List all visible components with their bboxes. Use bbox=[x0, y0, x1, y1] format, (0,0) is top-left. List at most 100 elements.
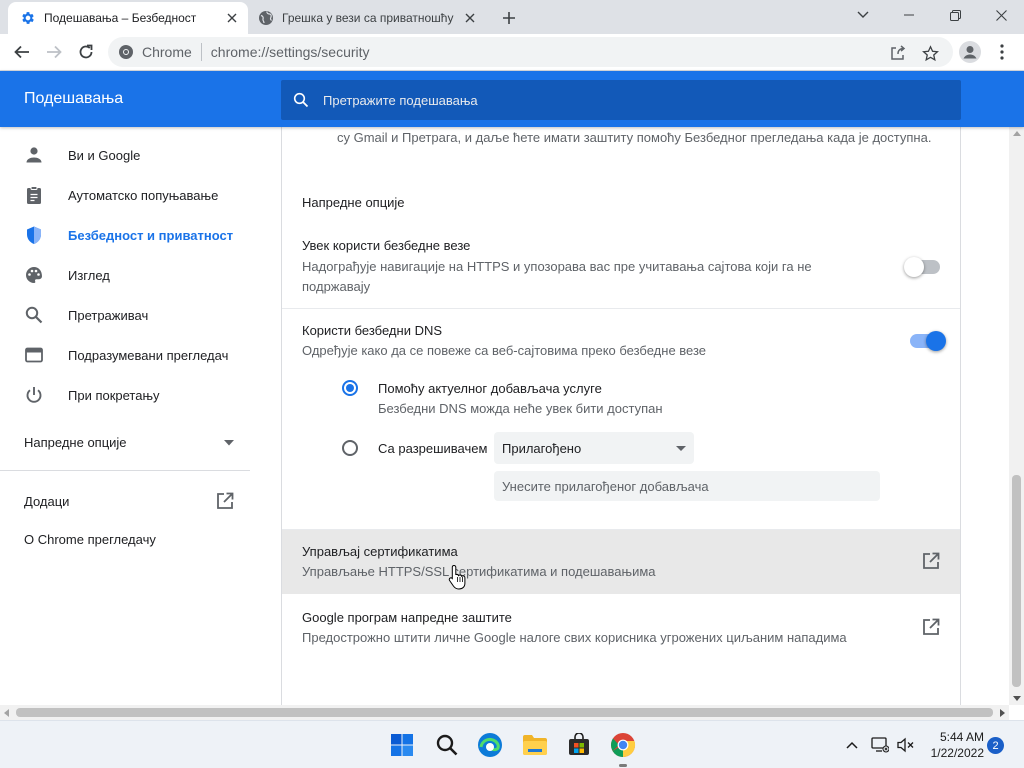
sidebar-item-about-chrome[interactable]: О Chrome прегледачу bbox=[24, 532, 234, 547]
toggle-knob bbox=[926, 331, 946, 351]
open-in-new-icon bbox=[922, 618, 942, 638]
network-status-button[interactable] bbox=[868, 733, 892, 757]
sidebar-advanced-label: Напредне опције bbox=[24, 435, 127, 450]
taskbar-file-explorer[interactable] bbox=[519, 729, 551, 761]
certificates-title: Управљај сертификатима bbox=[302, 544, 458, 559]
settings-search-input[interactable]: Претражите подешавања bbox=[281, 80, 961, 120]
tab-strip: Подешавања – Безбедност Грешка у вези са… bbox=[0, 0, 1024, 34]
taskbar-search-button[interactable] bbox=[431, 729, 463, 761]
clipboard-icon bbox=[24, 185, 44, 205]
https-description-line2: подржавају bbox=[302, 279, 371, 294]
dns-current-provider-sublabel: Безбедни DNS можда неће увек бити доступ… bbox=[378, 401, 663, 416]
https-toggle[interactable] bbox=[904, 257, 940, 277]
tab-settings-security[interactable]: Подешавања – Безбедност bbox=[8, 2, 248, 34]
caret-down-icon bbox=[676, 446, 686, 451]
scroll-right-icon[interactable] bbox=[1000, 709, 1005, 717]
scrollbar-thumb[interactable] bbox=[1012, 475, 1021, 687]
close-window-button[interactable] bbox=[978, 0, 1024, 30]
sidebar-item-autofill[interactable]: Аутоматско попуњавање bbox=[0, 175, 250, 215]
dns-current-provider-radio[interactable] bbox=[342, 380, 358, 396]
dns-provider-select[interactable]: Прилагођено bbox=[494, 432, 694, 464]
tab-privacy-error[interactable]: Грешка у вези са приватношћу bbox=[250, 2, 486, 34]
more-vert-icon bbox=[1000, 44, 1004, 60]
dns-provider-select-value: Прилагођено bbox=[502, 440, 582, 456]
taskbar-store[interactable] bbox=[563, 729, 595, 761]
safe-browsing-note: су Gmail и Претрага, и даље ћете имати з… bbox=[337, 130, 932, 145]
dns-custom-radio[interactable] bbox=[342, 440, 358, 456]
vertical-scrollbar[interactable] bbox=[1009, 127, 1024, 705]
reload-button[interactable] bbox=[72, 38, 100, 66]
sidebar-extensions-label: Додаци bbox=[24, 493, 70, 509]
restore-button[interactable] bbox=[932, 0, 978, 30]
clock-date: 1/22/2022 bbox=[930, 746, 984, 760]
close-icon bbox=[995, 9, 1007, 21]
https-title: Увек користи безбедне везе bbox=[302, 238, 471, 253]
taskbar: 5:44 AM 1/22/2022 2 bbox=[0, 720, 1024, 768]
notification-badge[interactable]: 2 bbox=[987, 737, 1004, 754]
scroll-down-icon[interactable] bbox=[1013, 696, 1021, 701]
sidebar-item-default-browser[interactable]: Подразумевани прегледач bbox=[0, 335, 250, 375]
profile-button[interactable] bbox=[956, 38, 984, 66]
share-icon[interactable] bbox=[886, 41, 910, 65]
taskbar-edge[interactable] bbox=[474, 729, 506, 761]
globe-icon bbox=[258, 10, 274, 26]
volume-muted-icon bbox=[897, 737, 915, 753]
tab-title: Грешка у вези са приватношћу bbox=[282, 11, 454, 25]
clock-time: 5:44 AM bbox=[939, 730, 984, 744]
sidebar-item-extensions[interactable]: Додаци bbox=[24, 492, 234, 510]
back-button[interactable] bbox=[8, 38, 36, 66]
https-description-line1: Надограђује навигације на HTTPS и упозор… bbox=[302, 259, 812, 274]
custom-dns-provider-input[interactable] bbox=[494, 471, 880, 501]
dns-custom-label: Са разрешивачем bbox=[378, 441, 488, 456]
sidebar-item-search-engine[interactable]: Претраживач bbox=[0, 295, 250, 335]
gear-icon bbox=[20, 10, 36, 26]
minimize-button[interactable] bbox=[886, 0, 932, 30]
start-button[interactable] bbox=[386, 729, 418, 761]
horizontal-scrollbar[interactable] bbox=[0, 705, 1009, 720]
sidebar-item-on-startup[interactable]: При покретању bbox=[0, 375, 250, 415]
scrollbar-thumb[interactable] bbox=[16, 708, 993, 717]
new-tab-button[interactable] bbox=[496, 5, 522, 31]
sidebar-item-label: Претраживач bbox=[68, 307, 149, 323]
sidebar-item-you-and-google[interactable]: Ви и Google bbox=[0, 135, 250, 175]
taskbar-clock[interactable]: 5:44 AM 1/22/2022 bbox=[920, 729, 984, 761]
chrome-icon bbox=[610, 732, 636, 758]
close-icon[interactable] bbox=[458, 6, 482, 30]
https-first-row[interactable]: Увек користи безбедне везе Надограђује н… bbox=[282, 227, 960, 307]
close-icon[interactable] bbox=[220, 6, 244, 30]
file-explorer-icon bbox=[522, 734, 548, 756]
dns-toggle[interactable] bbox=[910, 331, 946, 351]
sidebar-item-security-privacy[interactable]: Безбедност и приватност bbox=[0, 215, 250, 255]
sidebar-item-appearance[interactable]: Изглед bbox=[0, 255, 250, 295]
menu-button[interactable] bbox=[988, 38, 1016, 66]
sidebar-item-label: Безбедност и приватност bbox=[68, 227, 234, 243]
network-icon bbox=[871, 737, 889, 753]
scroll-up-icon[interactable] bbox=[1013, 131, 1021, 136]
sidebar-divider bbox=[0, 470, 250, 471]
advanced-protection-title: Google програм напредне заштите bbox=[302, 610, 512, 625]
certificates-description: Управљање HTTPS/SSL сертификатима и поде… bbox=[302, 564, 656, 579]
store-icon bbox=[567, 733, 591, 757]
browser-toolbar: Chrome chrome://settings/security bbox=[0, 34, 1024, 71]
manage-certificates-row[interactable]: Управљај сертификатима Управљање HTTPS/S… bbox=[282, 530, 960, 594]
tab-title: Подешавања – Безбедност bbox=[44, 11, 197, 25]
show-hidden-icons-button[interactable] bbox=[840, 733, 864, 757]
search-placeholder: Претражите подешавања bbox=[323, 92, 478, 108]
sidebar-item-label: Аутоматско попуњавање bbox=[68, 187, 219, 203]
search-icon bbox=[435, 733, 459, 757]
start-icon bbox=[390, 733, 414, 757]
volume-button[interactable] bbox=[894, 733, 918, 757]
sidebar-advanced-toggle[interactable]: Напредне опције bbox=[24, 435, 234, 450]
open-in-new-icon bbox=[216, 492, 234, 510]
minimize-icon bbox=[904, 14, 914, 16]
scroll-left-icon[interactable] bbox=[4, 709, 9, 717]
taskbar-chrome[interactable] bbox=[607, 729, 639, 767]
star-icon[interactable] bbox=[918, 41, 942, 65]
advanced-protection-row[interactable]: Google програм напредне заштите Предостр… bbox=[282, 596, 960, 660]
hand-cursor-icon bbox=[448, 564, 468, 590]
forward-button[interactable] bbox=[40, 38, 68, 66]
chevron-up-icon bbox=[846, 741, 858, 749]
address-bar[interactable]: Chrome chrome://settings/security bbox=[108, 37, 953, 67]
tab-search-button[interactable] bbox=[840, 0, 886, 30]
chevron-down-icon bbox=[857, 11, 869, 19]
